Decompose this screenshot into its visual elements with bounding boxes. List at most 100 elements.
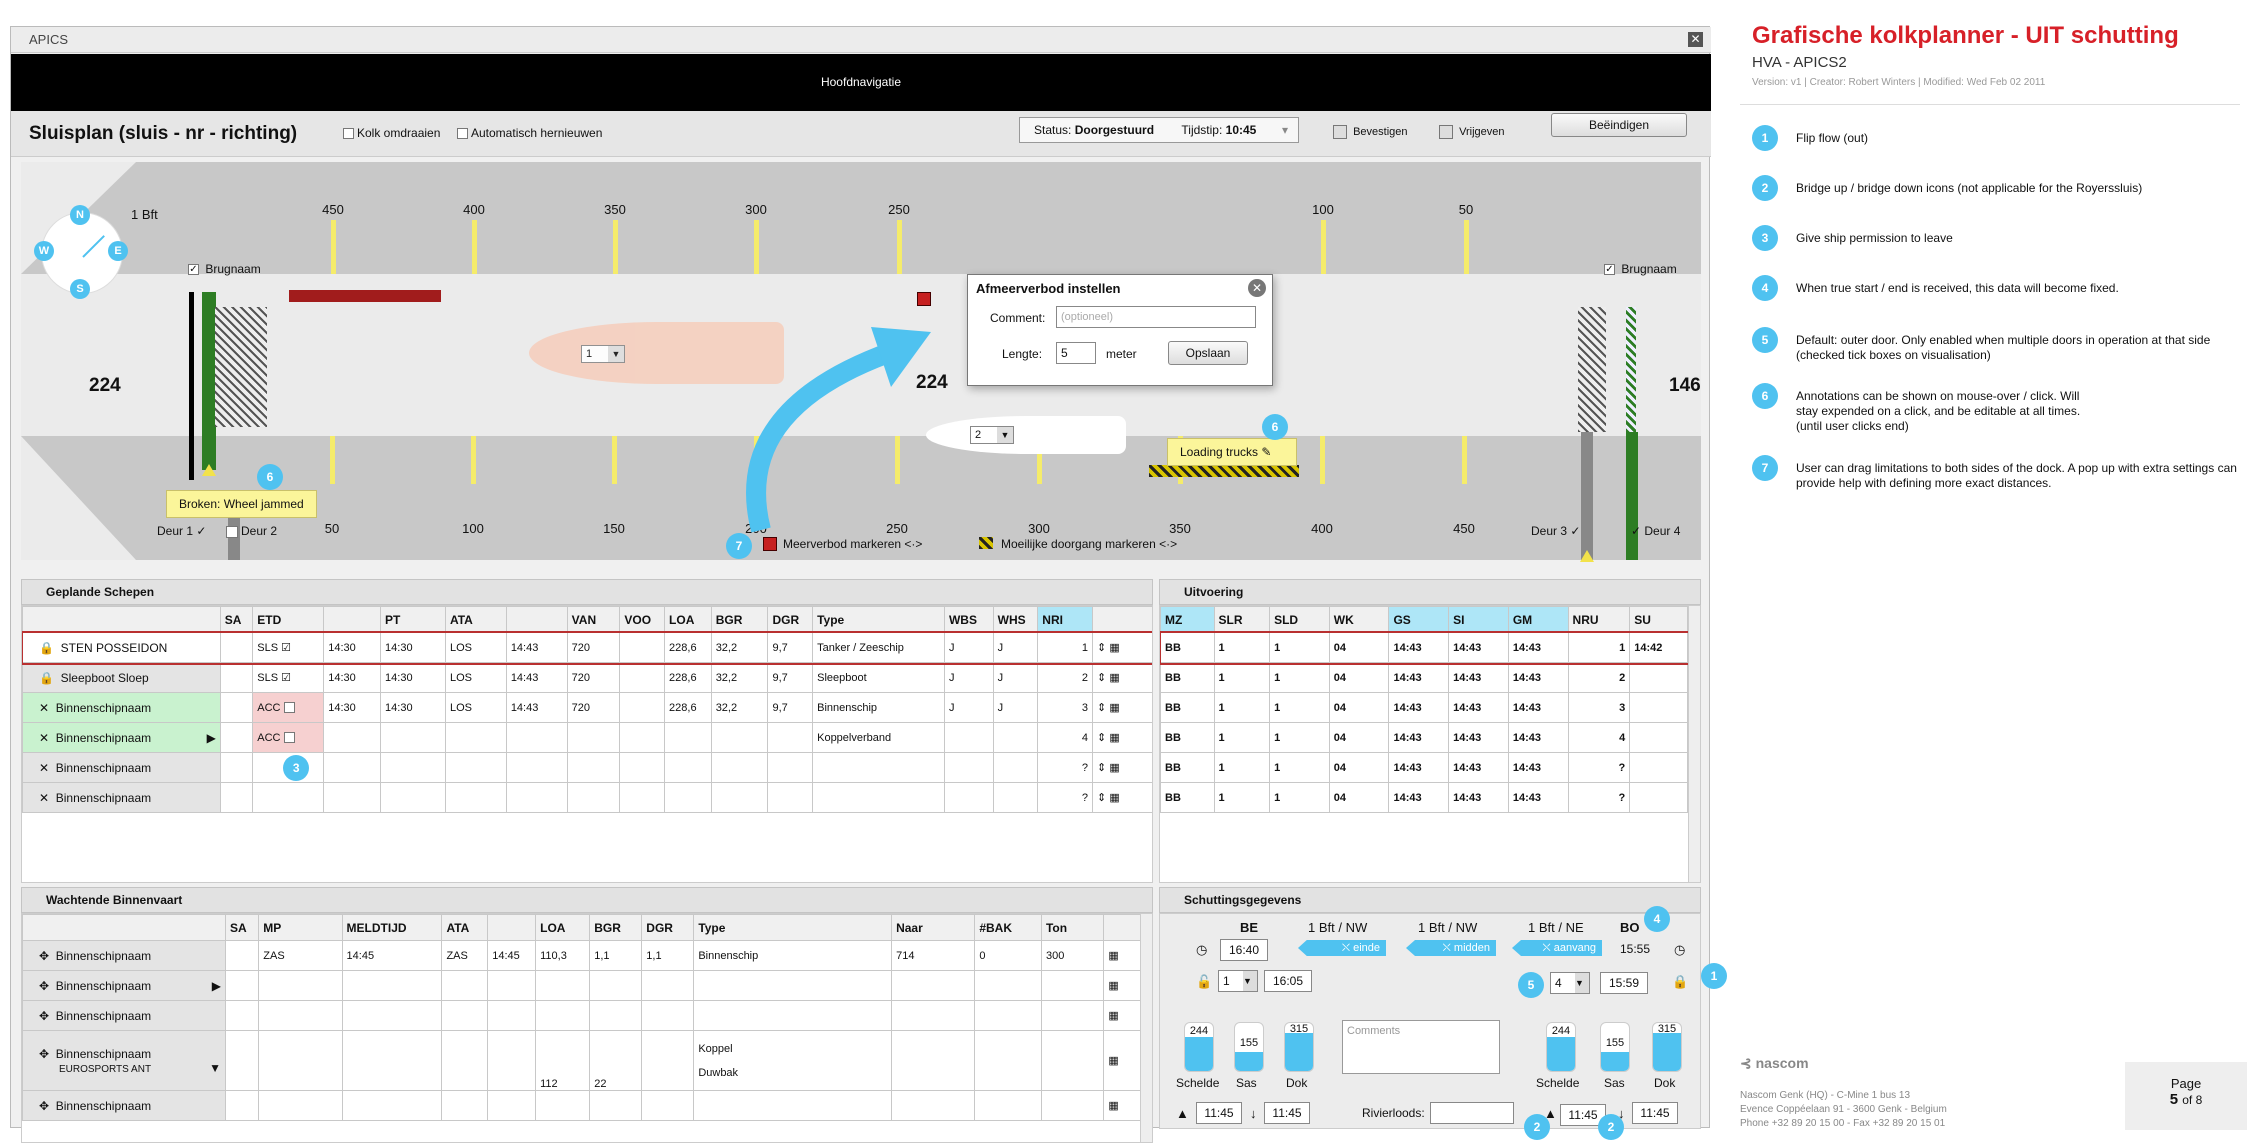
row-actions[interactable]: ⇕ ▦ (1092, 782, 1152, 813)
midden-tag[interactable]: ⛌ midden (1406, 940, 1496, 956)
cell-etd[interactable]: ACC (252, 692, 325, 723)
reorder-icon[interactable]: ⇕ (1097, 642, 1106, 654)
col-header[interactable]: WK (1328, 606, 1390, 633)
ship-name-cell[interactable]: 🔒 Sleepboot Sloep (22, 662, 221, 693)
deur-3[interactable]: Deur 3 ✓ (1531, 524, 1580, 538)
ship-2-select[interactable]: 2 ▼ (970, 426, 1014, 444)
calculator-icon[interactable]: ▦ (1109, 792, 1119, 804)
reorder-icon[interactable]: ⇕ (1097, 702, 1106, 714)
col-header[interactable]: MELDTIJD (341, 914, 443, 941)
col-header[interactable]: MP (258, 914, 343, 941)
col-header[interactable]: VOO (619, 606, 666, 633)
table-row[interactable]: ✕ Binnenschipnaam ? ⇕ ▦ (22, 782, 1152, 813)
moeilijke-doorgang-markeren[interactable]: Moeilijke doorgang markeren <·> (1001, 537, 1177, 551)
ship-name-cell[interactable]: ✥ Binnenschipnaam (22, 940, 226, 971)
deur-2[interactable]: Deur 2 (226, 524, 277, 538)
table-row[interactable]: ✕ Binnenschipnaam ACC 14:30 14:30 LOS 14… (22, 692, 1152, 723)
comments-input[interactable]: Comments (1342, 1020, 1500, 1074)
remove-icon[interactable]: ✕ (39, 761, 49, 775)
moeilijke-doorgang-zone[interactable] (1149, 465, 1299, 477)
col-header[interactable] (323, 606, 382, 633)
brug-left[interactable]: ✓ Brugnaam (188, 262, 261, 276)
col-header[interactable] (505, 606, 568, 633)
table-row[interactable]: BB 1 1 04 14:43 14:43 14:43? (1160, 782, 1688, 813)
table-row[interactable]: BB 1 1 04 14:43 14:43 14:43 1 14:42 (1160, 630, 1690, 665)
close-icon[interactable]: ✕ (1688, 32, 1703, 47)
col-header[interactable] (487, 914, 537, 941)
move-icon[interactable]: ✥ (39, 1009, 49, 1023)
calculator-icon[interactable]: ▦ (1109, 732, 1119, 744)
deur-4[interactable]: ✓ Deur 4 (1631, 524, 1680, 538)
calculator-icon[interactable]: ▦ (1103, 1000, 1142, 1031)
col-header[interactable]: DGR (767, 606, 814, 633)
left-time-input[interactable]: 16:05 (1264, 970, 1312, 992)
calculator-icon[interactable]: ▦ (1103, 1030, 1142, 1091)
scrollbar[interactable] (1140, 914, 1152, 1142)
row-actions[interactable]: ⇕ ▦ (1092, 722, 1152, 753)
col-header[interactable]: BGR (710, 606, 769, 633)
ship-name-cell[interactable]: ✕ Binnenschipnaam (22, 752, 221, 783)
calculator-icon[interactable]: ▦ (1103, 970, 1142, 1001)
row-actions[interactable]: ⇕ ▦ (1092, 752, 1152, 783)
reorder-icon[interactable]: ⇕ (1097, 792, 1106, 804)
annotation-loading-trucks[interactable]: Loading trucks ✎ (1167, 438, 1297, 466)
right-time-input[interactable]: 15:59 (1600, 972, 1648, 994)
col-header[interactable]: #BAK (974, 914, 1042, 941)
col-header[interactable]: Ton (1040, 914, 1105, 941)
move-icon[interactable]: ✥ (39, 949, 49, 963)
col-header[interactable]: PT (380, 606, 446, 633)
table-row[interactable]: ✕ Binnenschipnaam ▶ ACC Koppelverband 4 … (22, 722, 1152, 753)
be-time-input[interactable]: 16:40 (1220, 939, 1268, 961)
einde-tag[interactable]: ⛌ einde (1298, 940, 1386, 956)
meerverbod-marker[interactable] (917, 292, 931, 306)
main-navigation[interactable]: Hoofdnavigatie (11, 54, 1711, 111)
table-row[interactable]: BB 1 1 04 14:43 14:43 14:43 2 (1160, 662, 1688, 693)
remove-icon[interactable]: ✕ (39, 701, 49, 715)
reorder-icon[interactable]: ⇕ (1097, 762, 1106, 774)
table-row[interactable]: BB 1 1 04 14:43 14:43 14:43 4 (1160, 722, 1688, 753)
calculator-icon[interactable]: ▦ (1109, 672, 1119, 684)
col-header[interactable]: SLR (1213, 606, 1271, 633)
col-header[interactable]: SA (224, 914, 260, 941)
col-header[interactable]: SLD (1269, 606, 1330, 633)
lock-icon[interactable]: 🔒 (39, 671, 54, 685)
permission-checkbox[interactable] (283, 702, 295, 714)
col-header[interactable]: SI (1448, 606, 1509, 633)
calculator-icon[interactable]: ▦ (1109, 642, 1119, 654)
permission-checkbox[interactable] (283, 732, 295, 744)
reorder-icon[interactable]: ⇕ (1097, 672, 1106, 684)
remove-icon[interactable]: ✕ (39, 791, 49, 805)
table-row[interactable]: BB 1 1 04 14:43 14:43 14:43 3 (1160, 692, 1688, 723)
col-header[interactable]: ATA (441, 914, 489, 941)
cell-etd[interactable]: SLS ☑ (252, 632, 325, 663)
table-row[interactable]: ✥ Binnenschipnaam ▶ ▦ (22, 970, 1142, 1001)
col-header[interactable]: DGR (641, 914, 695, 941)
length-input[interactable]: 5 (1056, 342, 1096, 364)
table-row-group[interactable]: ✥ Binnenschipnaam EUROSPORTS ANT ▼ 112 22… (22, 1030, 1142, 1091)
calculator-icon[interactable]: ▦ (1103, 1090, 1142, 1121)
aanvang-tag[interactable]: ⛌ aanvang (1512, 940, 1602, 956)
vrijgeven-toggle[interactable]: Vrijgeven (1439, 125, 1505, 139)
door-select-left[interactable]: 1 ▼ (1218, 970, 1258, 992)
bridge-up-icon[interactable]: ▲ (1176, 1106, 1189, 1121)
calculator-icon[interactable]: ▦ (1103, 940, 1142, 971)
row-actions[interactable]: ⇕ ▦ (1092, 662, 1152, 693)
door-select-right[interactable]: 4 ▼ (1550, 972, 1590, 994)
ship-name-cell[interactable]: 🔒 STEN POSSEIDON (22, 632, 221, 663)
save-button[interactable]: Opslaan (1168, 341, 1248, 365)
play-icon[interactable]: ▶ (212, 979, 221, 993)
col-header[interactable]: ATA (444, 606, 507, 633)
table-row[interactable]: ✥ Binnenschipnaam ▦ (22, 1090, 1142, 1121)
table-row[interactable]: BB 1 1 04 14:43 14:43 14:43? (1160, 752, 1688, 783)
check-icon[interactable]: ☑ (281, 672, 291, 684)
annotation-broken[interactable]: Broken: Wheel jammed (166, 490, 317, 518)
close-icon[interactable]: ✕ (1248, 279, 1266, 297)
status-dropdown[interactable]: Status: Doorgestuurd Tijdstip: 10:45 ▾ (1019, 117, 1299, 143)
remove-icon[interactable]: ✕ (39, 731, 49, 745)
restriction-bar[interactable] (289, 290, 441, 302)
scrollbar[interactable] (1688, 606, 1700, 882)
col-header[interactable]: GM (1507, 606, 1569, 633)
ship-name-cell[interactable]: ✥ Binnenschipnaam EUROSPORTS ANT ▼ (22, 1030, 226, 1091)
beeindigen-button[interactable]: Beëindigen (1551, 113, 1687, 137)
check-icon[interactable]: ☑ (281, 642, 291, 654)
